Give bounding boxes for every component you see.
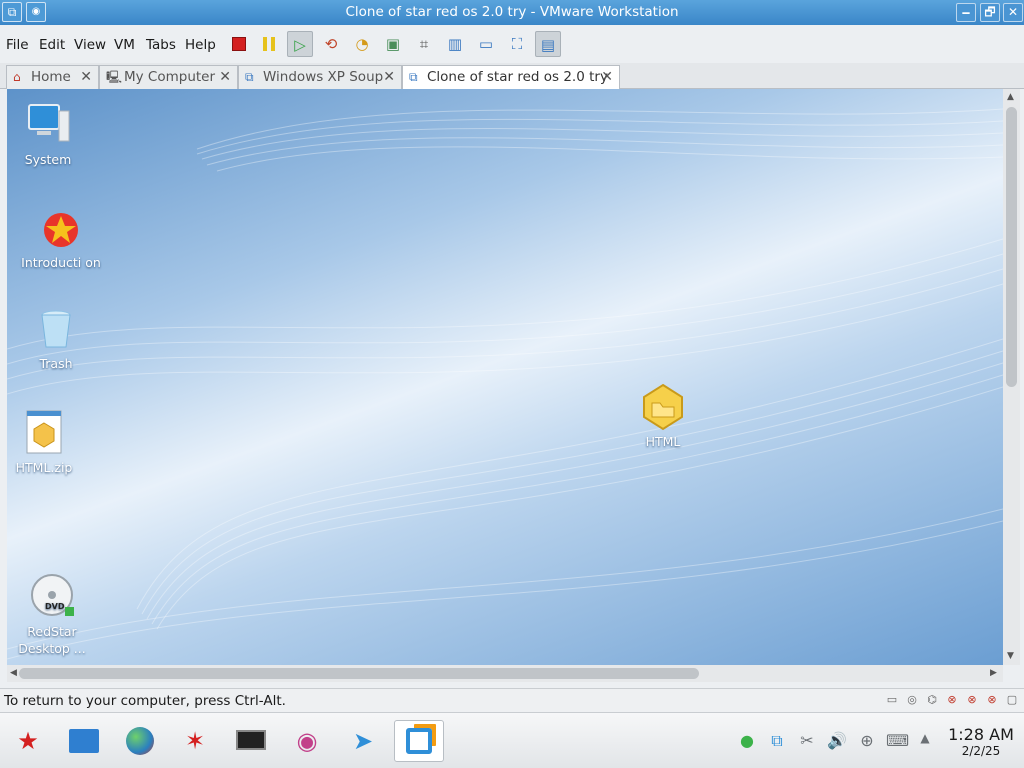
close-button[interactable]: ✕ — [1003, 3, 1023, 22]
network-status-icon[interactable]: ● — [736, 731, 758, 753]
display-icon[interactable]: ⌨ — [886, 731, 909, 753]
tab-bar: ⌂ Home ✕ 🖳 My Computer ✕ ⧉ Windows XP Soup … — [0, 63, 1024, 90]
horizontal-scrollbar[interactable]: ◀ ▶ — [7, 665, 1003, 682]
hard-disk-icon[interactable]: ▭ — [884, 693, 900, 707]
sidebar-icon[interactable]: ▥ — [442, 31, 468, 57]
maximize-button[interactable]: 🗗 — [980, 3, 1000, 22]
close-tab-icon[interactable]: ✕ — [601, 66, 613, 88]
pause-icon[interactable] — [256, 31, 282, 57]
tab-label: Home — [31, 69, 71, 85]
scissors-icon[interactable]: ✂ — [796, 731, 818, 753]
printer-icon[interactable]: ⊗ — [984, 693, 1000, 707]
vmware-icon[interactable] — [394, 720, 444, 762]
clock-time: 1:28 AM — [948, 725, 1014, 744]
guest-desktop[interactable]: System Introducti on Trash HTML.zip DVD … — [7, 89, 1003, 665]
clock-date: 2/2/25 — [961, 744, 1001, 758]
desktop-icon-label: Introducti on — [21, 255, 101, 270]
trash-icon — [31, 303, 81, 353]
folder-icon — [638, 381, 688, 431]
terminal-icon[interactable] — [229, 720, 273, 762]
menu-view[interactable]: View — [74, 37, 106, 53]
close-tab-icon[interactable]: ✕ — [80, 66, 92, 88]
zip-icon — [19, 407, 69, 457]
redstar-menu-icon[interactable]: ★ — [6, 720, 50, 762]
tab-my-computer[interactable]: 🖳 My Computer ✕ — [99, 65, 238, 89]
vmware-tools-icon[interactable]: ⧉ — [766, 731, 788, 753]
scroll-thumb[interactable] — [1006, 107, 1017, 387]
desktop-icon-html-folder[interactable]: HTML — [618, 381, 708, 450]
svg-text:DVD: DVD — [45, 602, 65, 611]
menu-tabs[interactable]: Tabs — [146, 37, 176, 53]
desktop-icon-system[interactable]: System — [7, 99, 93, 168]
unity-icon[interactable]: ▤ — [535, 31, 561, 57]
desktop-icon-label: System — [24, 152, 72, 167]
home-icon: ⌂ — [13, 70, 21, 84]
monitor-icon — [23, 99, 73, 149]
vertical-scrollbar[interactable]: ▲ ▼ — [1003, 89, 1020, 665]
file-manager-icon[interactable] — [62, 720, 106, 762]
console-icon[interactable]: ▭ — [473, 31, 499, 57]
sound-icon[interactable]: ⊗ — [964, 693, 980, 707]
vm-icon: ⧉ — [245, 70, 254, 84]
power-off-icon[interactable] — [226, 31, 252, 57]
usb-icon[interactable]: ⊗ — [944, 693, 960, 707]
wallpaper-waves — [7, 108, 1003, 660]
scroll-right-icon[interactable]: ▶ — [990, 668, 997, 678]
menu-file[interactable]: File — [6, 37, 29, 53]
title-bar: ⧉ ◉ Clone of star red os 2.0 try - VMwar… — [0, 0, 1024, 25]
revert-snapshot-icon[interactable]: ⟲ — [318, 31, 344, 57]
redstar-icon — [36, 202, 86, 252]
cd-icon[interactable]: ◎ — [904, 693, 920, 707]
volume-icon[interactable]: 🔊 — [826, 731, 848, 753]
desktop-icon-introduction[interactable]: Introducti on — [19, 202, 103, 271]
desktop-icon-trash[interactable]: Trash — [11, 303, 101, 372]
desktop-icon-html-zip[interactable]: HTML.zip — [7, 407, 89, 476]
tab-label: My Computer — [124, 69, 216, 85]
globe-icon[interactable]: ⊕ — [856, 731, 878, 753]
desktop-icon-redstar-desktop[interactable]: DVD RedStar Desktop ... — [7, 571, 97, 657]
network-icon[interactable]: ⌬ — [924, 693, 940, 707]
clock[interactable]: 1:28 AM 2/2/25 — [948, 725, 1014, 758]
menu-help[interactable]: Help — [185, 37, 216, 53]
tab-label: Windows XP Soup — [263, 69, 384, 85]
desktop-icon-label: HTML — [645, 434, 681, 449]
minimize-button[interactable]: 🗕 — [956, 3, 976, 22]
tab-label: Clone of star red os 2.0 try — [427, 69, 608, 85]
desktop-icon-label: HTML.zip — [15, 460, 73, 475]
capture-icon[interactable]: ⌗ — [411, 31, 437, 57]
dvd-icon: DVD — [27, 571, 77, 621]
status-bar: To return to your computer, press Ctrl-A… — [0, 688, 1024, 712]
browser-icon[interactable] — [118, 720, 162, 762]
take-snapshot-icon[interactable]: ◔ — [349, 31, 375, 57]
scroll-thumb[interactable] — [19, 668, 699, 679]
close-tab-icon[interactable]: ✕ — [383, 66, 395, 88]
tab-clone-of-star-red[interactable]: ⧉ Clone of star red os 2.0 try ✕ — [402, 65, 620, 90]
window-title: Clone of star red os 2.0 try - VMware Wo… — [345, 4, 679, 20]
guest-taskbar: ★ ✶ ◉ ➤ ● ⧉ ✂ 🔊 ⊕ ⌨ ▲ 1:28 AM 2/2/25 — [0, 712, 1024, 768]
tab-windows-xp-soup[interactable]: ⧉ Windows XP Soup ✕ — [238, 65, 402, 89]
tray-expand-icon[interactable]: ▲ — [914, 731, 936, 753]
desktop-icon-label: Trash — [39, 356, 73, 371]
close-tab-icon[interactable]: ✕ — [219, 66, 231, 88]
app-icon[interactable]: ➤ — [341, 720, 385, 762]
computer-icon: 🖳 — [106, 70, 123, 84]
desktop-icon-label: RedStar Desktop ... — [18, 624, 86, 656]
menu-vm[interactable]: VM — [114, 37, 135, 53]
media-icon[interactable]: ◉ — [285, 720, 329, 762]
fullscreen-icon[interactable]: ⛶ — [504, 31, 530, 57]
scroll-up-icon[interactable]: ▲ — [1007, 92, 1014, 102]
vm-icon: ⧉ — [409, 70, 418, 84]
snapshot-manager-icon[interactable]: ▣ — [380, 31, 406, 57]
scroll-down-icon[interactable]: ▼ — [1007, 651, 1014, 661]
tab-home[interactable]: ⌂ Home ✕ — [6, 65, 99, 89]
redstar-app-icon[interactable]: ✶ — [173, 720, 217, 762]
menu-toolbar: File Edit View VM Tabs Help ▷ ⟲ ◔ ▣ ⌗ ▥ … — [0, 25, 1024, 63]
status-message: To return to your computer, press Ctrl-A… — [4, 693, 286, 709]
scroll-left-icon[interactable]: ◀ — [10, 668, 17, 678]
play-icon[interactable]: ▷ — [287, 31, 313, 57]
message-log-icon[interactable]: ▢ — [1004, 693, 1020, 707]
menu-edit[interactable]: Edit — [39, 37, 65, 53]
